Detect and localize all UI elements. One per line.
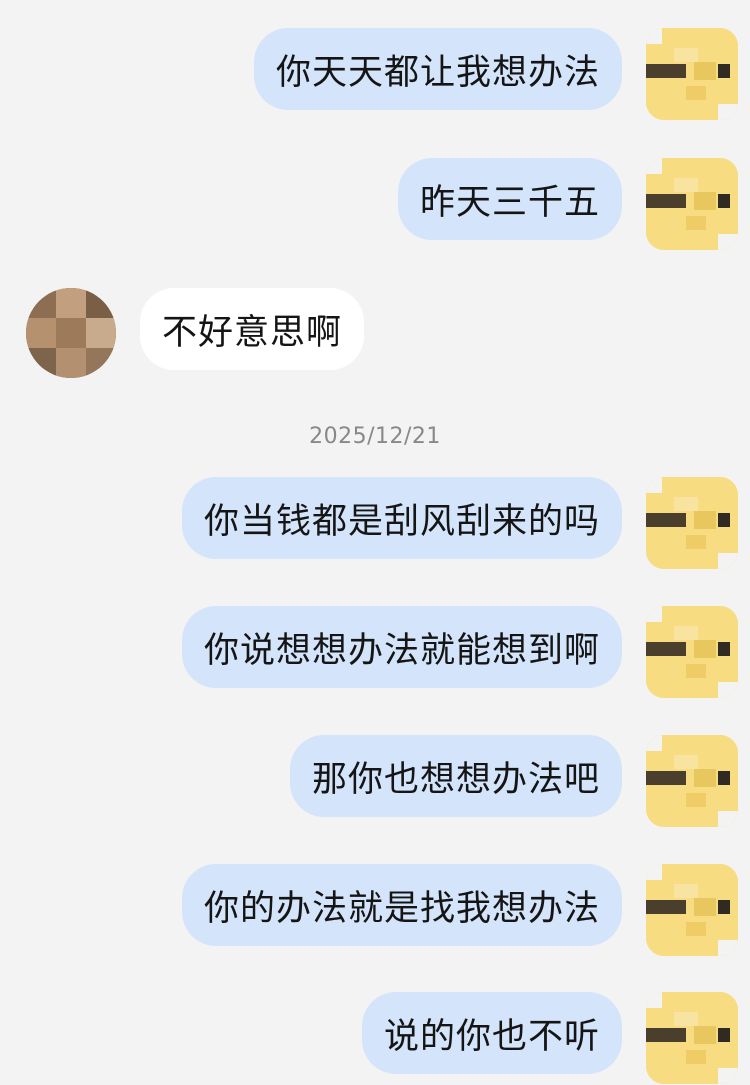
avatar[interactable] — [646, 158, 738, 250]
message-bubble[interactable]: 你天天都让我想办法 — [253, 28, 622, 110]
message-row-sent: 你当钱都是刮风刮来的吗 — [181, 477, 738, 569]
timestamp: 2025/12/21 — [309, 424, 441, 449]
avatar[interactable] — [646, 735, 738, 827]
message-bubble[interactable]: 昨天三千五 — [397, 158, 622, 240]
message-row-sent: 昨天三千五 — [397, 158, 738, 250]
message-bubble[interactable]: 你的办法就是找我想办法 — [181, 864, 622, 946]
avatar[interactable] — [646, 606, 738, 698]
message-bubble[interactable]: 那你也想想办法吧 — [289, 735, 622, 817]
message-row-sent: 你的办法就是找我想办法 — [181, 864, 738, 956]
message-row-sent: 你天天都让我想办法 — [253, 28, 738, 120]
chat-view: 你天天都让我想办法 昨天三千五 不好意思啊 2025/12/21 你当钱都是刮风… — [0, 0, 750, 1085]
message-bubble[interactable]: 不好意思啊 — [140, 288, 365, 370]
message-row-sent: 说的你也不听 — [361, 992, 738, 1084]
message-bubble[interactable]: 说的你也不听 — [361, 992, 622, 1074]
message-bubble[interactable]: 你当钱都是刮风刮来的吗 — [181, 477, 622, 559]
avatar[interactable] — [26, 288, 116, 378]
message-row-received: 不好意思啊 — [26, 288, 365, 378]
avatar[interactable] — [646, 477, 738, 569]
message-row-sent: 你说想想办法就能想到啊 — [181, 606, 738, 698]
avatar[interactable] — [646, 864, 738, 956]
avatar[interactable] — [646, 992, 738, 1084]
avatar[interactable] — [646, 28, 738, 120]
message-row-sent: 那你也想想办法吧 — [289, 735, 738, 827]
message-bubble[interactable]: 你说想想办法就能想到啊 — [181, 606, 622, 688]
